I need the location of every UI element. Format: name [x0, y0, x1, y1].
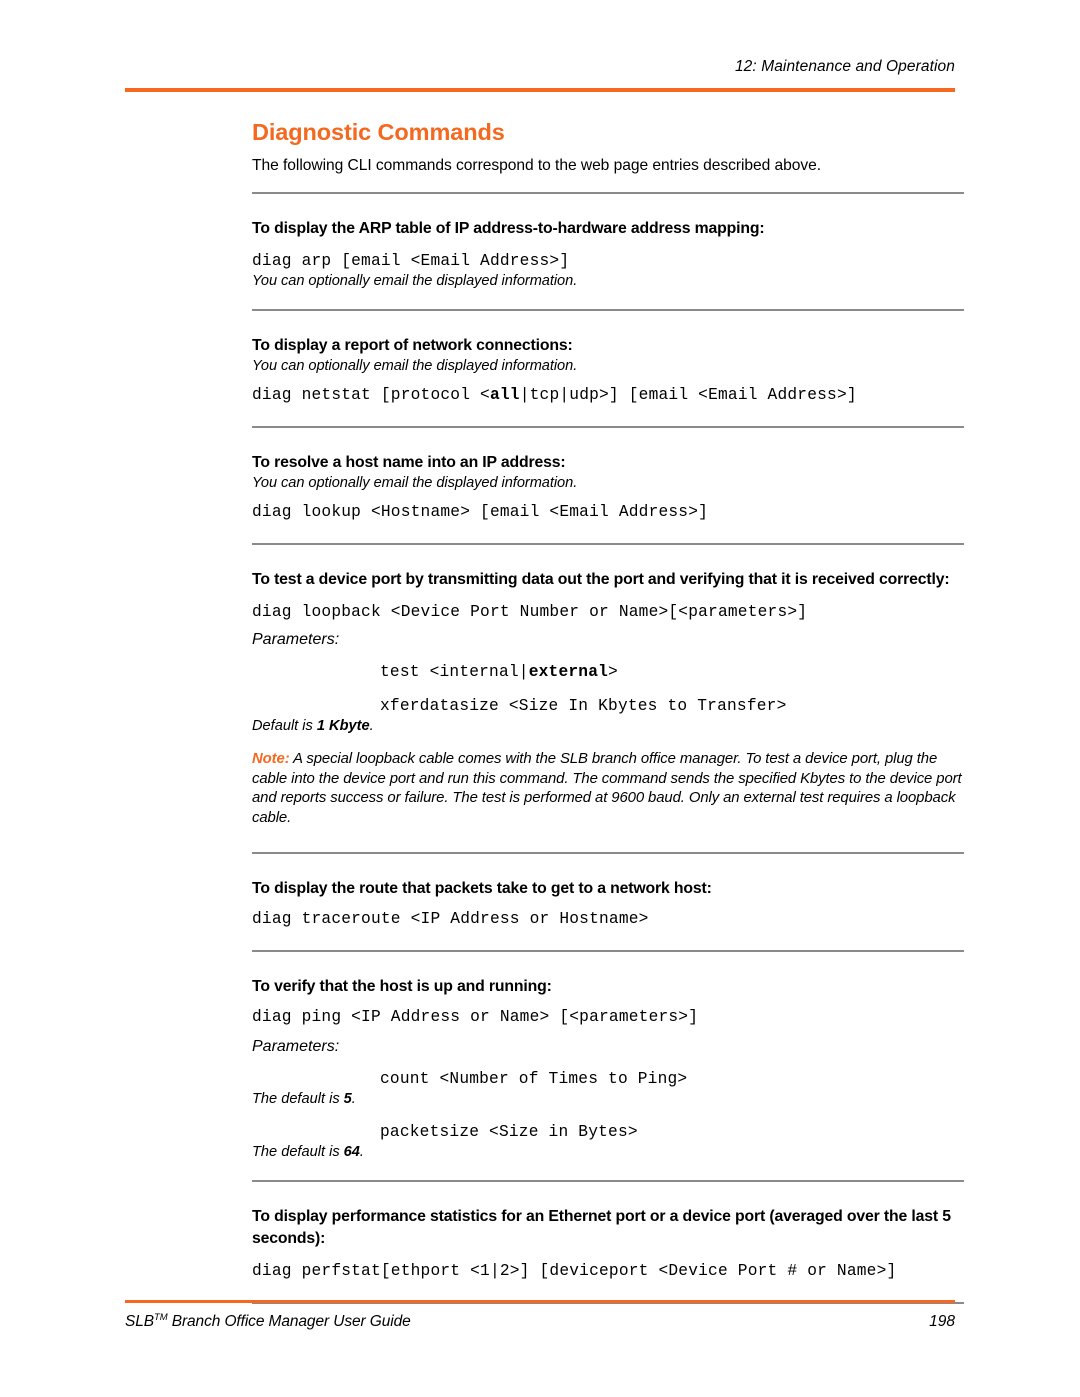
parameters-label: Parameters:	[252, 631, 340, 648]
command-syntax: diag arp [email <Email Address>]	[252, 252, 570, 270]
default-value: 1 Kbyte	[316, 718, 370, 734]
command-block-ping: To verify that the host is up and runnin…	[252, 976, 964, 1162]
default-text: The default is	[252, 1091, 344, 1107]
content-column: Diagnostic Commands The following CLI co…	[252, 118, 964, 1304]
note-paragraph: Note: A special loopback cable comes wit…	[252, 750, 964, 828]
section-intro: The following CLI commands correspond to…	[252, 157, 822, 174]
command-note: You can optionally email the displayed i…	[252, 358, 578, 374]
command-block-netstat: To display a report of network connectio…	[252, 335, 964, 406]
syntax-part: |tcp|udp>] [email <Email Address>]	[519, 386, 857, 404]
command-block-perfstat: To display performance statistics for an…	[252, 1206, 964, 1282]
syntax-part: diag netstat [protocol <	[252, 386, 490, 404]
default-text: .	[369, 718, 374, 734]
command-syntax: diag loopback <Device Port Number or Nam…	[252, 603, 808, 621]
running-header: 12: Maintenance and Operation	[125, 58, 955, 76]
footer-orange-rule	[125, 1300, 955, 1303]
parameter-default: Default is 1 Kbyte.	[252, 717, 964, 736]
command-block-loopback: To test a device port by transmitting da…	[252, 569, 964, 828]
command-block-arp: To display the ARP table of IP address-t…	[252, 218, 964, 291]
parameter-syntax: xferdatasize <Size In Kbytes to Transfer…	[380, 697, 787, 715]
syntax-default-value: all	[489, 386, 520, 404]
trademark-mark: TM	[154, 1312, 168, 1323]
document-page: 12: Maintenance and Operation Diagnostic…	[0, 0, 1080, 1397]
note-body: A special loopback cable comes with the …	[252, 751, 962, 826]
parameter-default: The default is 64.	[252, 1143, 964, 1162]
footer-title: SLBTM Branch Office Manager User Guide	[125, 1312, 411, 1331]
command-heading: To display performance statistics for an…	[252, 1208, 951, 1247]
chapter-label: 12: Maintenance and Operation	[734, 58, 955, 75]
parameter-syntax: test <internal|external>	[380, 661, 964, 683]
default-text: The default is	[252, 1144, 344, 1160]
default-text: .	[359, 1144, 364, 1160]
default-text: Default is	[252, 718, 317, 734]
default-text: .	[351, 1091, 356, 1107]
syntax-default-value: external	[528, 663, 609, 681]
page-number: 198	[929, 1313, 955, 1331]
parameter-default: The default is 5.	[252, 1090, 964, 1109]
command-syntax: diag traceroute <IP Address or Hostname>	[252, 910, 649, 928]
command-heading: To display the route that packets take t…	[252, 880, 712, 897]
page-title: Diagnostic Commands	[252, 119, 505, 145]
command-heading: To display a report of network connectio…	[252, 337, 573, 354]
command-heading: To display the ARP table of IP address-t…	[252, 220, 765, 237]
command-heading: To test a device port by transmitting da…	[252, 571, 950, 588]
command-note: You can optionally email the displayed i…	[252, 475, 578, 491]
command-block-lookup: To resolve a host name into an IP addres…	[252, 452, 964, 523]
command-heading: To resolve a host name into an IP addres…	[252, 454, 566, 471]
footer-title-post: Branch Office Manager User Guide	[167, 1313, 411, 1331]
default-value: 64	[343, 1144, 360, 1160]
command-syntax: diag lookup <Hostname> [email <Email Add…	[252, 503, 709, 521]
command-syntax: diag netstat [protocol <all|tcp|udp>] [e…	[252, 384, 964, 406]
parameter-syntax: count <Number of Times to Ping>	[380, 1070, 688, 1088]
syntax-part: >	[608, 663, 618, 681]
command-syntax: diag ping <IP Address or Name> [<paramet…	[252, 1008, 699, 1026]
default-value: 5	[343, 1091, 352, 1107]
command-syntax: diag perfstat[ethport <1|2>] [deviceport…	[252, 1262, 897, 1280]
note-label: Note:	[252, 751, 290, 767]
parameter-syntax: packetsize <Size in Bytes>	[380, 1123, 638, 1141]
command-note: You can optionally email the displayed i…	[252, 273, 578, 289]
footer-title-pre: SLB	[125, 1313, 154, 1331]
command-block-traceroute: To display the route that packets take t…	[252, 878, 964, 930]
parameters-label: Parameters:	[252, 1038, 340, 1055]
page-footer: SLBTM Branch Office Manager User Guide 1…	[125, 1312, 955, 1331]
syntax-part: test <internal|	[380, 663, 529, 681]
command-heading: To verify that the host is up and runnin…	[252, 978, 552, 995]
header-orange-rule	[125, 88, 955, 92]
